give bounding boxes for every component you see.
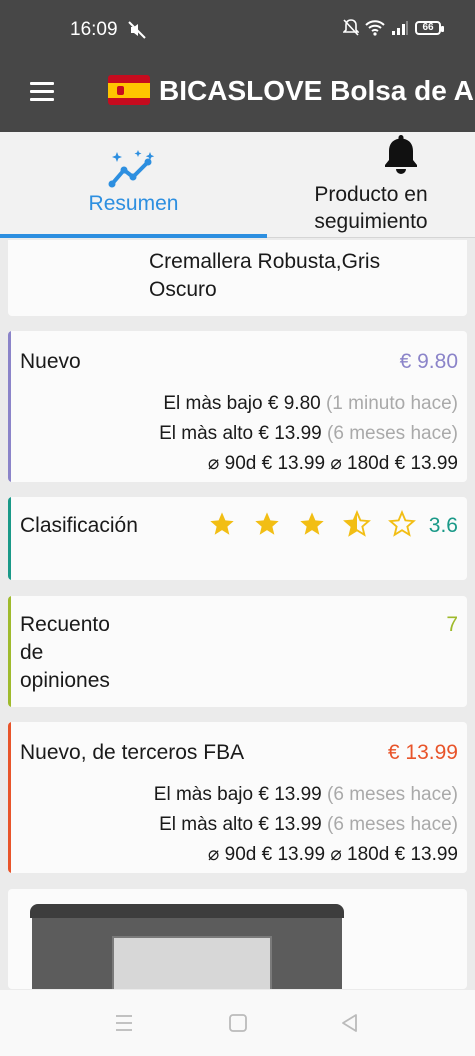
star-full-icon — [210, 512, 234, 535]
tab-producto-seguimiento[interactable]: Producto en seguimiento — [267, 132, 475, 238]
lowest-price-row: El màs bajo € 13.99 (6 meses hace) — [154, 781, 458, 809]
avg90-label: ⌀ 90d — [207, 844, 257, 865]
highest-price-row: El màs alto € 13.99 (6 meses hace) — [159, 811, 458, 839]
tab-resumen[interactable]: Resumen — [0, 132, 267, 238]
current-price: € 9.80 — [399, 350, 458, 373]
bell-icon — [385, 135, 417, 174]
avg90-price: € 13.99 — [261, 453, 326, 474]
review-count-label: Recuento de opiniones — [20, 613, 110, 692]
price-type-label: Nuevo — [20, 350, 81, 373]
highest-label: El màs alto — [159, 423, 254, 444]
status-icons: 66 — [343, 19, 444, 37]
product-image — [30, 904, 344, 989]
tab-seguimiento-label: Producto en seguimiento — [314, 183, 428, 233]
price-card-nuevo[interactable]: Nuevo € 9.80 El màs bajo € 9.80 (1 minut… — [8, 331, 467, 482]
system-navigation-bar — [0, 990, 475, 1056]
accent-bar — [8, 722, 11, 873]
avg90-price: € 13.99 — [261, 844, 326, 865]
accent-bar — [8, 497, 11, 580]
app-bar: BICASLOVE Bolsa de Al — [0, 60, 475, 132]
back-icon[interactable] — [338, 1012, 362, 1034]
review-count-value: 7 — [446, 613, 458, 636]
price-type-label: Nuevo, de terceros FBA — [20, 741, 245, 764]
lowest-when: (1 minuto hace) — [325, 393, 458, 414]
highest-label: El màs alto — [159, 814, 254, 835]
lowest-label: El màs bajo — [163, 393, 263, 414]
avg90-label: ⌀ 90d — [207, 453, 257, 474]
star-half-icon — [343, 510, 371, 537]
lowest-when: (6 meses hace) — [327, 784, 458, 805]
wifi-icon — [365, 20, 385, 36]
accent-bar — [8, 331, 11, 482]
highest-when: (6 meses hace) — [327, 814, 458, 835]
status-bar: 16:09 66 — [0, 0, 475, 60]
highest-when: (6 meses hace) — [327, 423, 458, 444]
star-empty-icon — [388, 510, 416, 537]
lowest-price: € 13.99 — [258, 784, 322, 805]
battery-icon: 66 — [415, 21, 444, 35]
avg180-price: € 13.99 — [394, 453, 458, 474]
star-full-icon — [255, 512, 279, 535]
mute-icon — [128, 21, 146, 39]
rating-stars — [205, 510, 419, 538]
app-title: BICASLOVE Bolsa de Al — [159, 75, 475, 106]
product-title-card: Cremallera Robusta,Gris Oscuro — [8, 240, 467, 316]
signal-icon — [392, 21, 408, 35]
highest-price: € 13.99 — [258, 814, 322, 835]
rating-card[interactable]: Clasificación 3.6 — [8, 497, 467, 580]
product-image-card[interactable] — [8, 889, 467, 989]
avg180-label: ⌀ 180d — [330, 453, 390, 474]
do-not-disturb-icon — [343, 19, 359, 36]
lowest-price-row: El màs bajo € 9.80 (1 minuto hace) — [163, 390, 458, 418]
lowest-label: El màs bajo — [153, 784, 254, 805]
home-icon[interactable] — [226, 1012, 250, 1034]
product-title: Cremallera Robusta,Gris Oscuro — [149, 250, 381, 301]
spain-flag-icon — [108, 75, 150, 105]
price-card-fba[interactable]: Nuevo, de terceros FBA € 13.99 El màs ba… — [8, 722, 467, 873]
tab-resumen-label: Resumen — [88, 192, 179, 215]
current-price: € 13.99 — [387, 741, 458, 764]
highest-price: € 13.99 — [258, 423, 322, 444]
hamburger-menu-icon[interactable] — [30, 82, 54, 102]
avg180-price: € 13.99 — [394, 844, 458, 865]
lowest-price: € 9.80 — [267, 393, 321, 414]
recents-icon[interactable] — [112, 1012, 136, 1034]
average-price-row: ⌀ 90d € 13.99 ⌀ 180d € 13.99 — [208, 841, 458, 869]
accent-bar — [8, 596, 11, 707]
trend-sparkle-icon — [108, 150, 155, 188]
review-count-card[interactable]: Recuento de opiniones 7 — [8, 596, 467, 707]
highest-price-row: El màs alto € 13.99 (6 meses hace) — [159, 420, 458, 448]
avg180-label: ⌀ 180d — [330, 844, 390, 865]
average-price-row: ⌀ 90d € 13.99 ⌀ 180d € 13.99 — [208, 450, 458, 478]
star-full-icon — [300, 512, 324, 535]
status-time: 16:09 — [70, 19, 118, 40]
rating-label: Clasificación — [20, 514, 138, 537]
rating-value: 3.6 — [428, 514, 458, 537]
tab-bar: Resumen Producto en seguimiento — [0, 132, 475, 238]
